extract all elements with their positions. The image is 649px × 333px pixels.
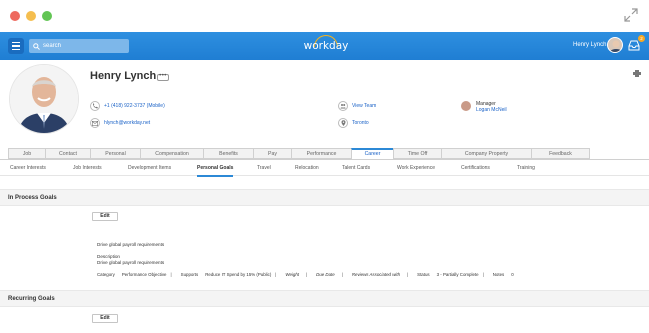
subtab-career-interests[interactable]: Career Interests (10, 165, 46, 171)
search-box[interactable] (29, 39, 129, 53)
location-link[interactable]: Toronto (352, 120, 369, 126)
view-team-link[interactable]: View Team (352, 103, 376, 109)
search-input[interactable] (43, 43, 123, 49)
manager-avatar[interactable] (461, 101, 471, 111)
profile-photo-image (10, 65, 78, 133)
category-value: Performance Objective (121, 272, 167, 277)
goal-name: Drive global payroll requirements (97, 242, 165, 247)
phone-link[interactable]: +1 (418) 922-3737 (Mobile) (104, 103, 165, 109)
separator: | (341, 272, 343, 277)
related-actions-button[interactable]: ••• (157, 73, 169, 81)
tab-job[interactable]: Job (8, 148, 45, 159)
team-icon (338, 101, 348, 111)
tab-personal[interactable]: Personal (90, 148, 140, 159)
location-row: Toronto (338, 118, 369, 128)
team-row: View Team (338, 101, 376, 111)
supports-label: Supports (180, 272, 199, 277)
subtab-certifications[interactable]: Certifications (461, 165, 490, 171)
close-window-button[interactable] (10, 11, 20, 21)
avatar-image (609, 40, 622, 52)
tab-benefits[interactable]: Benefits (203, 148, 253, 159)
hamburger-icon-line (12, 48, 20, 51)
phone-row: +1 (418) 922-3737 (Mobile) (90, 101, 165, 111)
goal-details-row: Category Performance Objective | Support… (97, 272, 518, 277)
edit-in-process-goals-button[interactable]: Edit (92, 212, 118, 221)
inbox-icon[interactable] (628, 40, 640, 51)
due-date-label: Due Date (316, 272, 335, 277)
manager-info: Manager Logan McNeil (476, 101, 507, 113)
workday-app: workday Henry Lynch 2 (0, 0, 649, 333)
career-subtabs: Career Interests Job Interests Developme… (0, 159, 649, 177)
reviews-label: Reviews Associated with (351, 272, 401, 277)
tab-feedback[interactable]: Feedback (531, 148, 590, 159)
print-icon[interactable] (633, 70, 641, 77)
manager-name-link[interactable]: Logan McNeil (476, 107, 507, 113)
separator: | (407, 272, 409, 277)
section-title: Recurring Goals (8, 296, 55, 302)
description-value: Drive global payroll requirements (97, 260, 165, 265)
phone-icon (90, 101, 100, 111)
minimize-window-button[interactable] (26, 11, 36, 21)
status-label: Status (417, 272, 430, 277)
fullscreen-icon[interactable] (623, 7, 639, 23)
subtab-development-items[interactable]: Development Items (128, 165, 171, 171)
subtab-relocation[interactable]: Relocation (295, 165, 319, 171)
in-process-goals-header: In Process Goals (0, 189, 649, 206)
status-value: 3 - Partially Complete (436, 272, 479, 277)
email-link[interactable]: hlynch@workday.net (104, 120, 150, 126)
supports-value: Reduce IT Spend by 15% (Public) (205, 272, 272, 277)
section-title: In Process Goals (8, 195, 57, 201)
edit-recurring-goals-button[interactable]: Edit (92, 314, 118, 323)
notes-label: Notes (492, 272, 505, 277)
logo-text: workday (303, 40, 349, 52)
email-row: hlynch@workday.net (90, 118, 150, 128)
top-navigation-bar: workday Henry Lynch 2 (0, 32, 649, 60)
profile-tabs: Job Contact Personal Compensation Benefi… (8, 148, 641, 159)
tab-time-off[interactable]: Time Off (393, 148, 441, 159)
hamburger-icon-line (12, 41, 20, 44)
separator: | (306, 272, 308, 277)
separator: | (482, 272, 484, 277)
user-avatar[interactable] (607, 37, 623, 53)
tab-contact[interactable]: Contact (45, 148, 90, 159)
category-label: Category (97, 272, 115, 277)
tab-career[interactable]: Career (351, 148, 393, 159)
search-icon (33, 42, 40, 50)
tab-company-property[interactable]: Company Property (441, 148, 531, 159)
tab-pay[interactable]: Pay (253, 148, 291, 159)
profile-photo (10, 65, 78, 133)
subtab-travel[interactable]: Travel (257, 165, 271, 171)
workday-logo[interactable]: workday (300, 32, 352, 60)
recurring-goals-header: Recurring Goals (0, 290, 649, 307)
menu-button[interactable] (8, 38, 24, 54)
notification-badge: 2 (638, 35, 645, 42)
location-pin-icon (338, 118, 348, 128)
email-icon (90, 118, 100, 128)
subtab-training[interactable]: Training (517, 165, 535, 171)
subtab-work-experience[interactable]: Work Experience (397, 165, 435, 171)
profile-name: Henry Lynch (90, 70, 157, 82)
tab-performance[interactable]: Performance (291, 148, 351, 159)
maximize-window-button[interactable] (42, 11, 52, 21)
user-name[interactable]: Henry Lynch (573, 42, 606, 48)
weight-label: Weight (285, 272, 300, 277)
subtab-job-interests[interactable]: Job Interests (73, 165, 102, 171)
notes-value[interactable]: 0 (511, 272, 513, 277)
separator: | (275, 272, 277, 277)
hamburger-icon-line (12, 45, 20, 47)
subtab-talent-cards[interactable]: Talent Cards (342, 165, 370, 171)
description-label: Description (97, 254, 120, 259)
tab-compensation[interactable]: Compensation (140, 148, 203, 159)
subtab-personal-goals[interactable]: Personal Goals (197, 165, 234, 177)
separator: | (170, 272, 172, 277)
window-titlebar (0, 0, 649, 32)
